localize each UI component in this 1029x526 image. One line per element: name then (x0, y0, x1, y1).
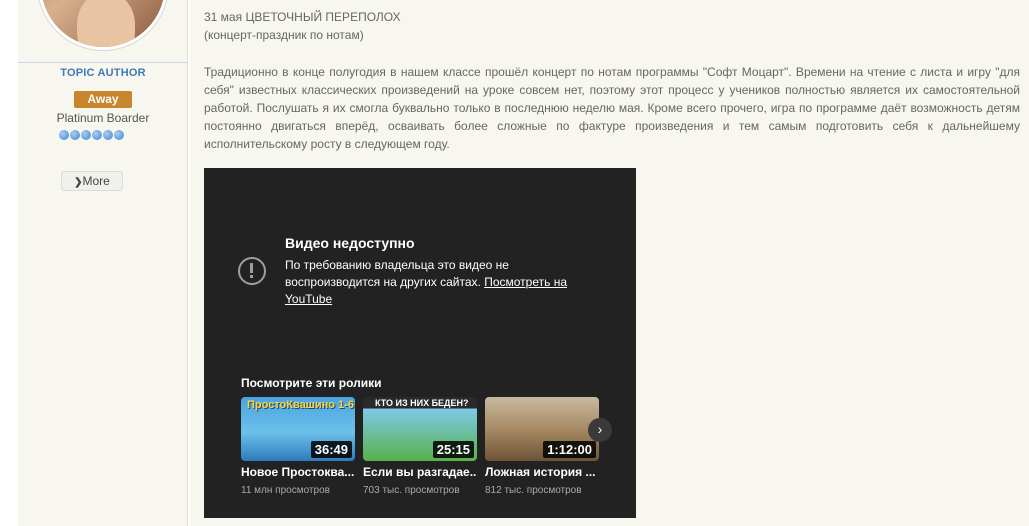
rank-dot-icon (103, 130, 113, 140)
duration-badge: 1:12:00 (543, 441, 596, 458)
rank-dot-icon (81, 130, 91, 140)
post-subtitle: (концерт-праздник по нотам) (204, 28, 364, 42)
avatar-face (77, 0, 135, 47)
thumbnail-text: КТО ИЗ НИХ БЕДЕН? (375, 398, 469, 408)
rank-dots (59, 130, 124, 140)
suggestion-thumbnail[interactable]: 1:12:00 (485, 397, 599, 461)
chevron-right-icon[interactable]: › (588, 418, 612, 442)
duration-badge: 25:15 (432, 441, 474, 458)
suggestion-views: 703 тыс. просмотров (363, 485, 460, 496)
unavailable-title: Видео недоступно (285, 235, 415, 251)
topic-author-label: TOPIC AUTHOR (18, 62, 188, 79)
duration-badge: 36:49 (310, 441, 352, 458)
suggestion-title[interactable]: Новое Простоква... (241, 465, 355, 479)
chevron-down-icon: ❯ (74, 177, 83, 188)
unavailable-message-text: По требованию владельца это видео не вос… (285, 258, 509, 289)
more-button-label: More (82, 174, 110, 188)
rank-dot-icon (114, 130, 124, 140)
suggestion-thumbnail[interactable]: ПростоКвашино 1-6 36:49 (241, 397, 355, 461)
suggestion-views: 11 млн просмотров (241, 485, 330, 496)
avatar[interactable] (38, 0, 168, 50)
unavailable-message: По требованию владельца это видео не вос… (285, 257, 585, 308)
suggestion-thumbnail[interactable]: КТО ИЗ НИХ БЕДЕН? 25:15 (363, 397, 477, 461)
rank-dot-icon (70, 130, 80, 140)
youtube-embed[interactable]: Видео недоступно По требованию владельца… (204, 168, 636, 518)
suggestion-title[interactable]: Если вы разгадае... (363, 465, 477, 479)
author-sidebar: TOPIC AUTHOR Away Platinum Boarder ❯More (18, 0, 188, 526)
post-content: 31 мая ЦВЕТОЧНЫЙ ПЕРЕПОЛОХ (концерт-праз… (190, 0, 1029, 526)
post-body: Традиционно в конце полугодия в нашем кл… (204, 65, 1020, 151)
rank-dot-icon (59, 130, 69, 140)
suggestion-title[interactable]: Ложная история ... (485, 465, 599, 479)
suggestions-title: Посмотрите эти ролики (241, 376, 382, 390)
warning-icon (238, 257, 266, 285)
thumbnail-text: ПростоКвашино 1-6 (247, 399, 354, 411)
rank-label: Platinum Boarder (56, 111, 150, 125)
suggestion-views: 812 тыс. просмотров (485, 485, 582, 496)
post-title: 31 мая ЦВЕТОЧНЫЙ ПЕРЕПОЛОХ (204, 10, 401, 24)
rank-dot-icon (92, 130, 102, 140)
status-badge: Away (74, 91, 132, 108)
more-button[interactable]: ❯More (61, 171, 123, 191)
